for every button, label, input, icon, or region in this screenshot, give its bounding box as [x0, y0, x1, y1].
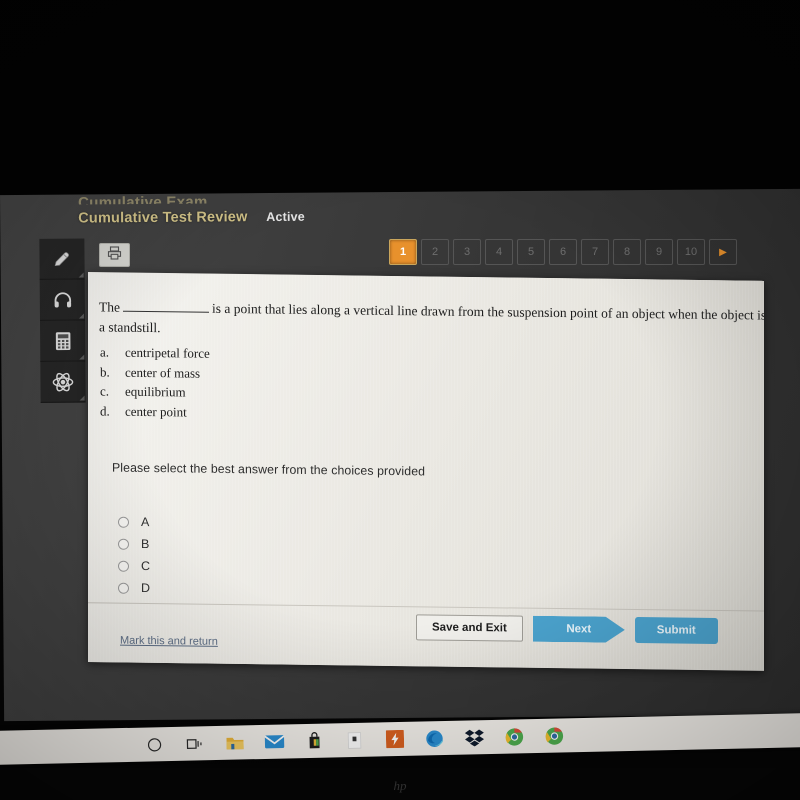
- choice-b: b. center of mass: [100, 362, 210, 383]
- dropbox-icon[interactable]: [464, 727, 485, 748]
- question-line1-rest: is a point that lies along a vertical li…: [212, 300, 764, 323]
- radio-label-d: D: [141, 580, 151, 596]
- footer-button-row: Save and Exit Next Submit: [416, 614, 718, 644]
- pager-item-4[interactable]: 4: [485, 239, 513, 265]
- radio-label-a: A: [141, 514, 150, 530]
- question-line-2: a standstill.: [99, 319, 161, 336]
- question-card: The is a point that lies along a vertical…: [88, 272, 764, 671]
- radio-option-b[interactable]: B: [118, 533, 150, 555]
- tool-rail: [39, 238, 86, 403]
- pager-item-10[interactable]: 10: [677, 239, 705, 265]
- hp-brand-logo: hp: [393, 778, 407, 793]
- screenshot-photo: Cumulative Exam Cumulative Test Review A…: [0, 0, 800, 800]
- rail-item-read-aloud[interactable]: [39, 279, 85, 321]
- pencil-highlighter-icon: [51, 248, 73, 270]
- footer-divider: [88, 602, 764, 612]
- choice-c: c. equilibrium: [100, 381, 210, 402]
- choice-list: a. centripetal force b. center of mass c…: [100, 342, 210, 421]
- status-badge: Active: [266, 209, 305, 225]
- pager-item-7[interactable]: 7: [581, 239, 609, 265]
- radio-button-a-icon[interactable]: [118, 516, 129, 528]
- question-line-1: The is a point that lies along a vertical…: [99, 294, 764, 328]
- radio-label-b: B: [141, 536, 150, 552]
- chrome-icon[interactable]: [504, 726, 525, 747]
- edge-icon[interactable]: [424, 728, 445, 749]
- pager-next-arrow-icon[interactable]: ▶: [709, 239, 737, 265]
- pager-item-2[interactable]: 2: [421, 239, 449, 265]
- printer-icon: [106, 245, 123, 266]
- calculator-icon: [53, 330, 73, 351]
- radio-button-b-icon[interactable]: [118, 538, 129, 550]
- choice-d-text: center point: [125, 403, 187, 420]
- microsoft-store-icon[interactable]: [304, 730, 325, 751]
- atom-icon: [51, 370, 74, 393]
- orange-lightning-icon[interactable]: [384, 728, 405, 749]
- choice-d-letter: d.: [100, 402, 110, 419]
- next-button[interactable]: Next: [533, 616, 625, 643]
- radio-option-c[interactable]: C: [118, 555, 150, 577]
- photo-bezel-top: [0, 0, 800, 196]
- pager-item-8[interactable]: 8: [613, 239, 641, 265]
- rail-item-highlighter[interactable]: [39, 238, 85, 280]
- pager-item-3[interactable]: 3: [453, 239, 481, 265]
- mark-this-and-return-link[interactable]: Mark this and return: [120, 635, 218, 648]
- cortana-circle-icon[interactable]: [144, 734, 165, 755]
- pager-item-9[interactable]: 9: [645, 239, 673, 265]
- mail-icon[interactable]: [264, 731, 285, 752]
- choice-b-text: center of mass: [125, 364, 201, 381]
- choice-d: d. center point: [100, 401, 210, 422]
- submit-button[interactable]: Submit: [634, 616, 718, 644]
- rail-item-periodic-table[interactable]: [40, 361, 86, 403]
- choice-a-text: centripetal force: [125, 344, 210, 361]
- print-button[interactable]: [99, 243, 130, 267]
- pager-item-6[interactable]: 6: [549, 239, 577, 265]
- radio-label-c: C: [141, 558, 151, 574]
- radio-option-a[interactable]: A: [118, 511, 150, 533]
- chrome-icon-2[interactable]: [544, 725, 565, 746]
- radio-button-c-icon[interactable]: [118, 560, 129, 572]
- choice-a-letter: a.: [100, 344, 110, 360]
- page-title: Cumulative Test Review: [78, 209, 248, 227]
- save-and-exit-button[interactable]: Save and Exit: [416, 614, 523, 642]
- headphones-icon: [51, 289, 73, 311]
- white-app-icon[interactable]: [344, 729, 365, 750]
- choice-b-letter: b.: [100, 363, 110, 380]
- question-pager[interactable]: 1 2 3 4 5 6 7 8 9 10 ▶: [389, 239, 737, 265]
- question-lead: The: [99, 299, 120, 315]
- rail-item-calculator[interactable]: [40, 320, 86, 362]
- radio-option-d[interactable]: D: [118, 577, 150, 599]
- question-blank: [123, 310, 209, 313]
- file-explorer-icon[interactable]: [224, 732, 245, 753]
- choice-c-letter: c.: [100, 383, 110, 399]
- cutoff-exam-title: Cumulative Exam: [78, 193, 208, 205]
- pager-item-5[interactable]: 5: [517, 239, 545, 265]
- radio-button-d-icon[interactable]: [118, 582, 129, 594]
- answer-prompt: Please select the best answer from the c…: [112, 460, 426, 479]
- choice-a: a. centripetal force: [100, 342, 210, 363]
- pager-item-1[interactable]: 1: [389, 239, 417, 265]
- answer-radio-group[interactable]: A B C D: [118, 511, 150, 599]
- windows-taskbar[interactable]: [0, 713, 800, 765]
- task-view-icon[interactable]: [184, 733, 205, 754]
- choice-c-text: equilibrium: [125, 383, 186, 400]
